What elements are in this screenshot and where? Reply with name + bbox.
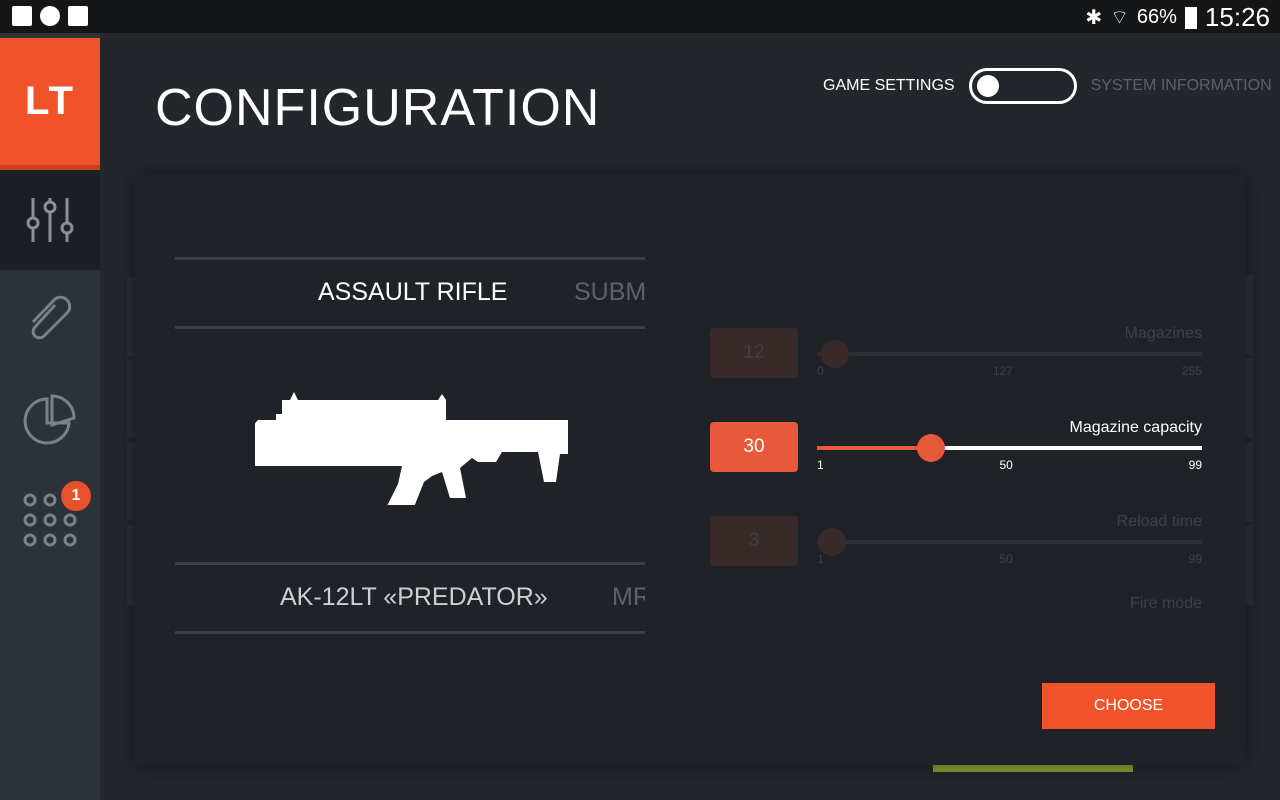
setting-label: Magazines — [1124, 325, 1202, 342]
model-selector[interactable]: AK-12LT «PREDATOR» MR — [175, 562, 645, 634]
image-icon — [12, 6, 32, 26]
page-title: CONFIGURATION — [155, 79, 601, 137]
battery-level: 66% — [1136, 6, 1177, 28]
setting-row: Magazines 12 0 127 255 — [710, 325, 1202, 405]
bluetooth-icon: ✱ — [1085, 7, 1103, 29]
choose-button[interactable]: CHOOSE — [1042, 683, 1215, 729]
cloud-upload-icon — [40, 6, 60, 26]
tick-max: 255 — [1181, 364, 1202, 378]
tick-min: 1 — [817, 552, 824, 566]
clipboard-check-icon — [68, 6, 88, 26]
tick-min: 1 — [817, 458, 824, 472]
slider-ticks: 0 127 255 — [817, 364, 1202, 378]
setting-slider[interactable] — [817, 434, 1202, 462]
app-logo[interactable]: LT — [0, 38, 100, 170]
setting-label: Reload time — [1116, 513, 1202, 530]
pie-chart-icon — [23, 394, 76, 445]
setting-row: Reload time 3 1 50 99 — [710, 513, 1202, 593]
sidebar: LT 1 — [0, 33, 100, 800]
slider-ticks: 1 50 99 — [817, 552, 1202, 566]
category-selector[interactable]: ASSAULT RIFLE SUBM — [175, 257, 645, 329]
status-bar: ✱ ⌔ 66% 15:26 — [0, 0, 1280, 33]
tick-max: 99 — [1188, 552, 1202, 566]
sidebar-item-attachments[interactable] — [0, 270, 100, 370]
sliders-icon — [26, 198, 74, 242]
toggle-label-game-settings[interactable]: GAME SETTINGS — [823, 77, 955, 95]
tick-mid: 50 — [999, 458, 1013, 472]
toggle-label-system-information[interactable]: SYSTEM INFORMATION — [1091, 77, 1272, 95]
setting-row: Fire mode — [710, 595, 1202, 675]
rifle-image — [255, 392, 568, 505]
setting-value-box[interactable]: 12 — [710, 328, 798, 378]
sidebar-item-apps[interactable]: 1 — [0, 470, 100, 570]
category-current[interactable]: ASSAULT RIFLE — [318, 278, 507, 307]
battery-icon — [1184, 6, 1197, 29]
setting-label: Magazine capacity — [1069, 419, 1202, 436]
model-current[interactable]: AK-12LT «PREDATOR» — [280, 583, 548, 612]
tick-mid: 127 — [992, 364, 1013, 378]
slider-ticks: 1 50 99 — [817, 458, 1202, 472]
sidebar-item-stats[interactable] — [0, 370, 100, 470]
tick-min: 0 — [817, 364, 824, 378]
setting-slider[interactable] — [817, 340, 1202, 368]
setting-slider[interactable] — [817, 528, 1202, 556]
setting-label: Fire mode — [1129, 595, 1202, 612]
wifi-icon: ⌔ — [1110, 7, 1129, 29]
clock: 15:26 — [1204, 2, 1270, 32]
model-next[interactable]: MR — [612, 583, 645, 612]
tick-max: 99 — [1188, 458, 1202, 472]
setting-value-box[interactable]: 3 — [710, 516, 798, 566]
sidebar-item-settings[interactable] — [0, 170, 100, 270]
paperclip-icon — [31, 295, 72, 340]
category-next[interactable]: SUBM — [574, 278, 645, 307]
tick-mid: 50 — [999, 552, 1013, 566]
setting-row: Magazine capacity 30 1 50 99 — [710, 419, 1202, 499]
setting-value-box[interactable]: 30 — [710, 422, 798, 472]
settings-toggle-switch[interactable] — [968, 68, 1077, 104]
slider-fill — [817, 446, 931, 450]
view-toggle: GAME SETTINGS SYSTEM INFORMATION — [823, 68, 1272, 104]
notification-badge: 1 — [61, 481, 91, 511]
background-green-bar — [933, 765, 1133, 772]
weapon-config-dialog: ASSAULT RIFLE SUBM AK-12LT «PREDATOR» MR… — [135, 175, 1245, 765]
